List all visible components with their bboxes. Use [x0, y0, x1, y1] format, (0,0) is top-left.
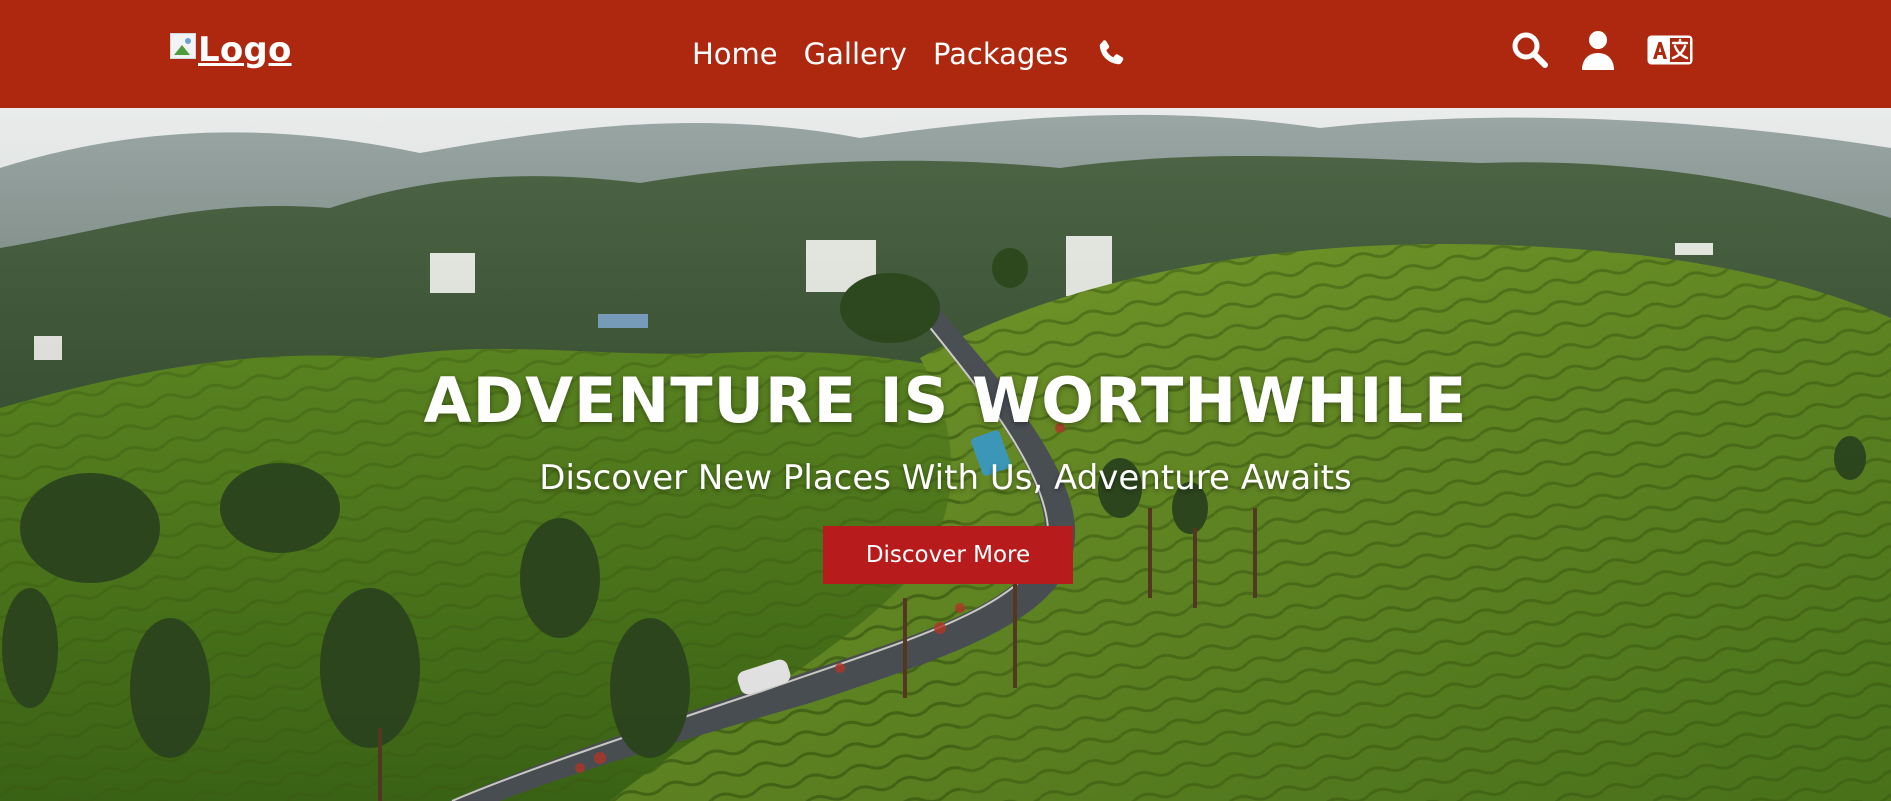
discover-more-button[interactable]: Discover More — [823, 526, 1073, 584]
nav-gallery-link[interactable]: Gallery — [804, 30, 907, 78]
nav-home-link[interactable]: Home — [692, 30, 778, 78]
hero-section: ADVENTURE IS WORTHWHILE Discover New Pla… — [0, 108, 1891, 801]
user-icon[interactable] — [1580, 30, 1616, 70]
header-actions — [1510, 30, 1694, 70]
hero-overlay — [0, 108, 1891, 801]
phone-icon[interactable] — [1096, 38, 1128, 70]
nav-packages-link[interactable]: Packages — [933, 30, 1068, 78]
hero-subtitle: Discover New Places With Us, Adventure A… — [539, 458, 1352, 498]
logo[interactable]: Logo — [170, 27, 292, 73]
hero-title: ADVENTURE IS WORTHWHILE — [423, 364, 1468, 437]
navbar: Logo Home Gallery Packages — [0, 0, 1891, 108]
search-icon[interactable] — [1510, 30, 1550, 70]
main-nav: Home Gallery Packages — [692, 30, 1128, 78]
language-icon[interactable] — [1646, 34, 1694, 66]
broken-image-icon — [170, 33, 196, 59]
logo-alt-text: Logo — [198, 30, 292, 70]
